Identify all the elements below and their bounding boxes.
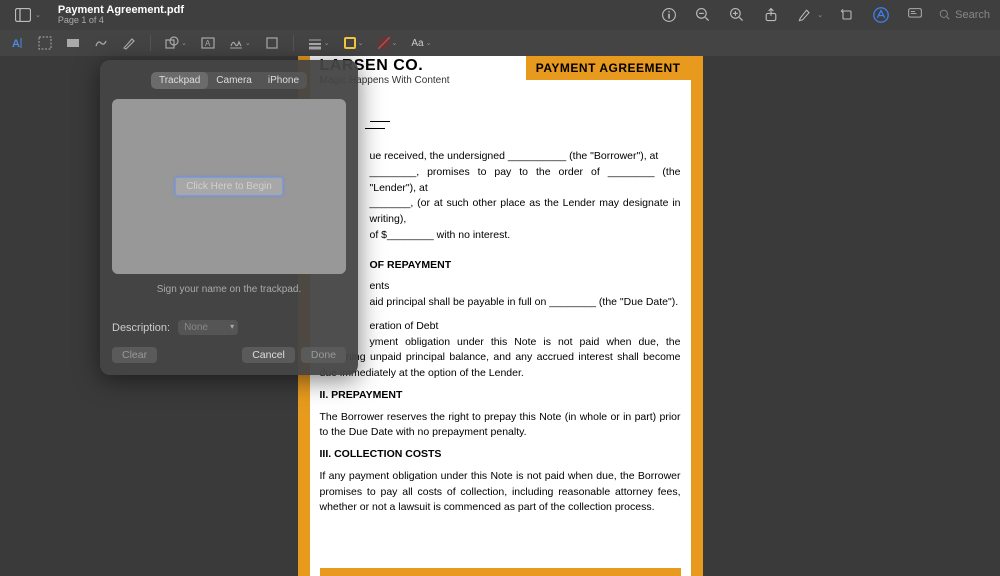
para-line: If any payment obligation under this Not… — [320, 469, 681, 516]
done-button[interactable]: Done — [301, 347, 346, 363]
shapes-dropdown[interactable]: ⌄ — [165, 36, 187, 50]
sketch-icon[interactable] — [94, 36, 108, 50]
info-icon[interactable] — [659, 5, 679, 25]
draw-icon[interactable] — [122, 36, 136, 50]
highlight-dropdown[interactable]: ⌄ — [795, 5, 823, 25]
document-title-badge: PAYMENT AGREEMENT — [526, 56, 691, 80]
fill-color-dropdown[interactable]: ⌄ — [378, 37, 398, 49]
border-color-swatch — [344, 37, 356, 49]
markup-icon[interactable] — [871, 5, 891, 25]
text-tool-icon[interactable]: A — [201, 36, 215, 50]
chevron-down-icon: ⌄ — [324, 39, 330, 47]
markup-toolbar: A ⌄ A ⌄ ⌄ ⌄ ⌄ Aa ⌄ — [0, 30, 1000, 56]
para-line: ________, promises to pay to the order o… — [370, 165, 681, 197]
search-placeholder: Search — [955, 9, 990, 21]
para-line: aid principal shall be payable in full o… — [370, 295, 681, 311]
chevron-down-icon: ⌄ — [181, 39, 187, 47]
chevron-down-icon: ⌄ — [817, 11, 823, 19]
svg-text:A: A — [12, 38, 20, 50]
sidebar-toggle[interactable]: ⌄ — [10, 5, 46, 25]
signature-source-tabs: Trackpad Camera iPhone — [151, 72, 307, 89]
rotate-icon[interactable] — [837, 5, 857, 25]
para-line: of $________ with no interest. — [370, 228, 681, 244]
fill-color-swatch — [378, 37, 390, 49]
tab-trackpad[interactable]: Trackpad — [151, 72, 208, 89]
text-select-icon[interactable]: A — [10, 36, 24, 50]
para-line: yment obligation under this Note is not … — [320, 335, 681, 382]
page-indicator: Page 1 of 4 — [58, 16, 184, 26]
search-input[interactable]: Search — [939, 9, 990, 21]
sign-dropdown[interactable]: ⌄ — [229, 36, 251, 50]
chevron-down-icon: ⌄ — [358, 39, 364, 47]
chevron-down-icon: ⌄ — [392, 39, 398, 47]
signature-popover: Trackpad Camera iPhone Click Here to Beg… — [100, 60, 358, 375]
para-line: The Borrower reserves the right to prepa… — [320, 410, 681, 442]
redact-icon[interactable] — [66, 36, 80, 50]
begin-signature-button[interactable]: Click Here to Begin — [175, 177, 283, 196]
description-label: Description: — [112, 322, 170, 334]
tab-iphone[interactable]: iPhone — [260, 72, 307, 89]
highlight-icon — [795, 5, 815, 25]
file-info: Payment Agreement.pdf Page 1 of 4 — [58, 4, 184, 26]
note-icon[interactable] — [265, 36, 279, 50]
para-line: eration of Debt — [370, 319, 681, 335]
border-color-dropdown[interactable]: ⌄ — [344, 37, 364, 49]
chevron-down-icon: ⌄ — [245, 39, 251, 47]
description-select[interactable]: None — [178, 320, 238, 335]
top-toolbar: ⌄ Payment Agreement.pdf Page 1 of 4 ⌄ Se… — [0, 0, 1000, 30]
svg-text:A: A — [205, 39, 211, 48]
pdf-page: LARSEN CO. Magic Happens With Content PA… — [298, 56, 703, 576]
clear-button[interactable]: Clear — [112, 347, 157, 363]
signature-canvas[interactable]: Click Here to Begin — [112, 99, 346, 274]
form-icon[interactable] — [905, 5, 925, 25]
zoom-out-icon[interactable] — [693, 5, 713, 25]
section-heading: OF REPAYMENT — [370, 258, 681, 274]
share-icon[interactable] — [761, 5, 781, 25]
para-line: ents — [370, 279, 681, 295]
shapes-icon — [165, 36, 179, 50]
section-heading: III. COLLECTION COSTS — [320, 447, 681, 463]
signature-icon — [229, 36, 243, 50]
toolbar-right: ⌄ Search — [659, 5, 990, 25]
line-weight-icon — [308, 36, 322, 50]
rect-select-icon[interactable] — [38, 36, 52, 50]
para-line: ue received, the undersigned __________ … — [370, 149, 681, 165]
text-style-dropdown[interactable]: Aa ⌄ — [411, 38, 431, 49]
signature-hint: Sign your name on the trackpad. — [112, 284, 346, 295]
zoom-in-icon[interactable] — [727, 5, 747, 25]
text-style-label: Aa — [411, 38, 423, 49]
section-heading: II. PREPAYMENT — [320, 388, 681, 404]
para-line: _______, (or at such other place as the … — [370, 196, 681, 228]
border-style-dropdown[interactable]: ⌄ — [308, 36, 330, 50]
doc-footer-divider — [320, 568, 681, 576]
cancel-button[interactable]: Cancel — [242, 347, 295, 363]
chevron-down-icon: ⌄ — [426, 39, 432, 47]
tab-camera[interactable]: Camera — [208, 72, 260, 89]
chevron-down-icon: ⌄ — [35, 11, 41, 19]
